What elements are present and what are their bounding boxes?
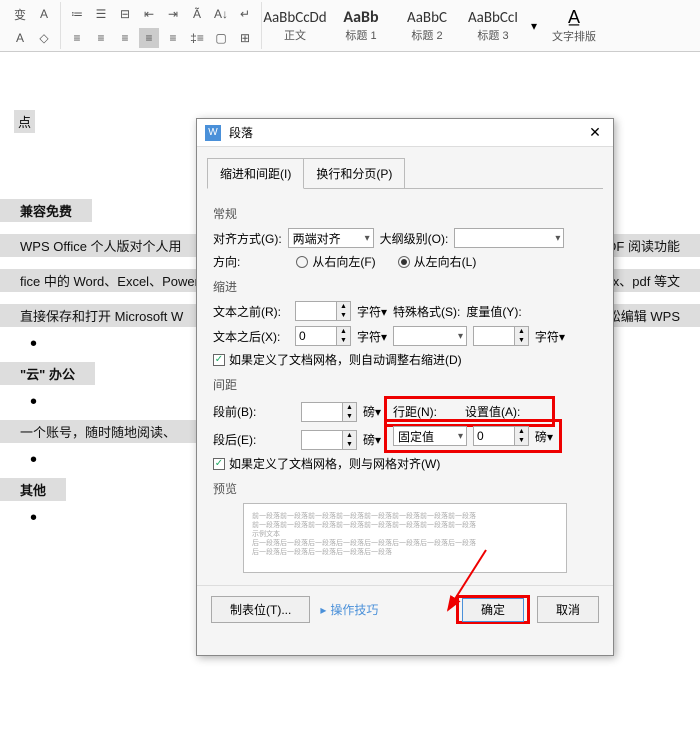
align-center-icon[interactable]: ≡ xyxy=(91,28,111,48)
borders-icon[interactable]: ⊞ xyxy=(235,28,255,48)
tab-line-page-breaks[interactable]: 换行和分页(P) xyxy=(303,158,405,189)
preview-pane: 前一段落前一段落前一段落前一段落前一段落前一段落前一段落前一段落 前一段落前一段… xyxy=(243,503,567,573)
style-heading2[interactable]: AaBbC标题 2 xyxy=(394,2,460,49)
outline-label: 大纲级别(O): xyxy=(380,230,449,247)
dialog-titlebar[interactable]: W 段落 ✕ xyxy=(197,119,613,147)
set-value-spin[interactable]: ▲▼ xyxy=(473,426,529,446)
style-heading1[interactable]: AaBb标题 1 xyxy=(328,2,394,49)
set-value-label: 设置值(A): xyxy=(465,403,520,420)
ribbon-group-paragraph: ≔ ☰ ⊟ ⇤ ⇥ Ã A↓ ↵ ≡ ≡ ≡ ≡ ≡ ‡≡ ▢ ⊞ xyxy=(61,2,262,49)
paragraph-dialog: W 段落 ✕ 缩进和间距(I) 换行和分页(P) 常规 对齐方式(G): 两端对… xyxy=(196,118,614,656)
clear-format-icon[interactable]: ◇ xyxy=(34,28,54,48)
ok-button[interactable]: 确定 xyxy=(462,598,524,622)
play-icon: ▸ xyxy=(320,603,326,617)
direction-ltr-radio[interactable]: 从左向右(L) xyxy=(398,253,477,270)
space-before-spin[interactable]: ▲▼ xyxy=(301,402,357,422)
increase-indent-icon[interactable]: ⇥ xyxy=(163,4,183,24)
show-marks-icon[interactable]: ↵ xyxy=(235,4,255,24)
doc-marker: 点 xyxy=(14,110,35,133)
unit-pt: 磅▾ xyxy=(363,431,381,448)
highlight-ok: 确定 xyxy=(456,595,530,624)
section-indent: 缩进 xyxy=(213,278,597,295)
text-before-spin[interactable]: ▲▼ xyxy=(295,301,351,321)
numbering-icon[interactable]: ☰ xyxy=(91,4,111,24)
shading-icon[interactable]: ▢ xyxy=(211,28,231,48)
align-right-icon[interactable]: ≡ xyxy=(115,28,135,48)
special-format-label: 特殊格式(S): xyxy=(393,303,460,320)
doc-line: 直接保存和打开 Microsoft W xyxy=(0,304,203,327)
doc-line: fice 中的 Word、Excel、PowerP xyxy=(0,269,228,292)
ribbon-group-font: 变 A A ◇ xyxy=(4,2,61,49)
align-justify-icon[interactable]: ≡ xyxy=(139,28,159,48)
measure-spin[interactable]: ▲▼ xyxy=(473,326,529,346)
multilevel-icon[interactable]: ⊟ xyxy=(115,4,135,24)
space-after-spin[interactable]: ▲▼ xyxy=(301,430,357,450)
line-spacing-icon[interactable]: ‡≡ xyxy=(187,28,207,48)
text-layout-button[interactable]: A̲ 文字排版 xyxy=(542,2,606,49)
text-before-label: 文本之前(R): xyxy=(213,303,289,320)
space-after-label: 段后(E): xyxy=(213,431,269,448)
outline-select[interactable] xyxy=(454,228,564,248)
style-gallery: AaBbCcDd正文 AaBb标题 1 AaBbC标题 2 AaBbCcI标题 … xyxy=(262,2,542,49)
unit-char: 字符▾ xyxy=(535,328,565,345)
tab-indent-spacing[interactable]: 缩进和间距(I) xyxy=(207,158,304,189)
alignment-select[interactable]: 两端对齐 xyxy=(288,228,374,248)
style-more-icon[interactable]: ▾ xyxy=(526,2,542,49)
unit-char: 字符▾ xyxy=(357,303,387,320)
line-spacing-select[interactable]: 固定值 xyxy=(393,426,467,446)
direction-rtl-radio[interactable]: 从右向左(F) xyxy=(296,253,375,270)
doc-heading: 其他 xyxy=(0,478,66,501)
distribute-icon[interactable]: ≡ xyxy=(163,28,183,48)
unit-pt: 磅▾ xyxy=(535,428,553,445)
close-icon[interactable]: ✕ xyxy=(585,123,605,143)
ruby-icon[interactable]: 变 xyxy=(10,4,30,24)
align-left-icon[interactable]: ≡ xyxy=(67,28,87,48)
sort-icon[interactable]: A↓ xyxy=(211,4,231,24)
char-upper-icon[interactable]: A xyxy=(10,28,30,48)
doc-line: 一个账号，随时随地阅读、 xyxy=(0,420,196,443)
app-icon: W xyxy=(205,125,221,141)
text-after-spin[interactable]: ▲▼ xyxy=(295,326,351,346)
measure-label: 度量值(Y): xyxy=(466,303,521,320)
direction-label: 方向: xyxy=(213,253,240,270)
doc-heading: 兼容免费 xyxy=(0,199,92,222)
ribbon: 变 A A ◇ ≔ ☰ ⊟ ⇤ ⇥ Ã A↓ ↵ ≡ ≡ ≡ ≡ ≡ ‡≡ ▢ … xyxy=(0,0,700,52)
text-layout-icon: A̲ xyxy=(568,7,580,28)
section-general: 常规 xyxy=(213,205,597,222)
space-before-label: 段前(B): xyxy=(213,403,269,420)
dialog-tabs: 缩进和间距(I) 换行和分页(P) xyxy=(197,147,613,188)
bullets-icon[interactable]: ≔ xyxy=(67,4,87,24)
special-format-select[interactable] xyxy=(393,326,467,346)
tabstops-button[interactable]: 制表位(T)... xyxy=(211,596,310,623)
snap-grid-checkbox[interactable]: ✓如果定义了文档网格，则与网格对齐(W) xyxy=(213,455,440,472)
highlight-line-spacing-row2: 固定值 ▲▼ 磅▾ xyxy=(384,419,562,453)
char-a-icon[interactable]: A xyxy=(34,4,54,24)
dialog-body: 常规 对齐方式(G): 两端对齐 大纲级别(O): 方向: 从右向左(F) 从左… xyxy=(197,189,613,585)
doc-heading: "云" 办公 xyxy=(0,362,95,385)
tips-link[interactable]: ▸操作技巧 xyxy=(320,601,378,618)
doc-line: WPS Office 个人版对个人用 xyxy=(0,234,202,257)
text-after-label: 文本之后(X): xyxy=(213,328,289,345)
style-heading3[interactable]: AaBbCcI标题 3 xyxy=(460,2,526,49)
dialog-button-bar: 制表位(T)... ▸操作技巧 确定 取消 xyxy=(197,585,613,633)
unit-pt: 磅▾ xyxy=(363,403,381,420)
section-preview: 预览 xyxy=(213,480,597,497)
text-direction-icon[interactable]: Ã xyxy=(187,4,207,24)
alignment-label: 对齐方式(G): xyxy=(213,230,282,247)
dialog-title: 段落 xyxy=(229,124,253,141)
cancel-button[interactable]: 取消 xyxy=(537,596,599,623)
style-normal[interactable]: AaBbCcDd正文 xyxy=(262,2,328,49)
auto-indent-checkbox[interactable]: ✓如果定义了文档网格，则自动调整右缩进(D) xyxy=(213,351,462,368)
unit-char: 字符▾ xyxy=(357,328,387,345)
decrease-indent-icon[interactable]: ⇤ xyxy=(139,4,159,24)
line-spacing-label: 行距(N): xyxy=(393,403,437,420)
section-spacing: 间距 xyxy=(213,376,597,393)
